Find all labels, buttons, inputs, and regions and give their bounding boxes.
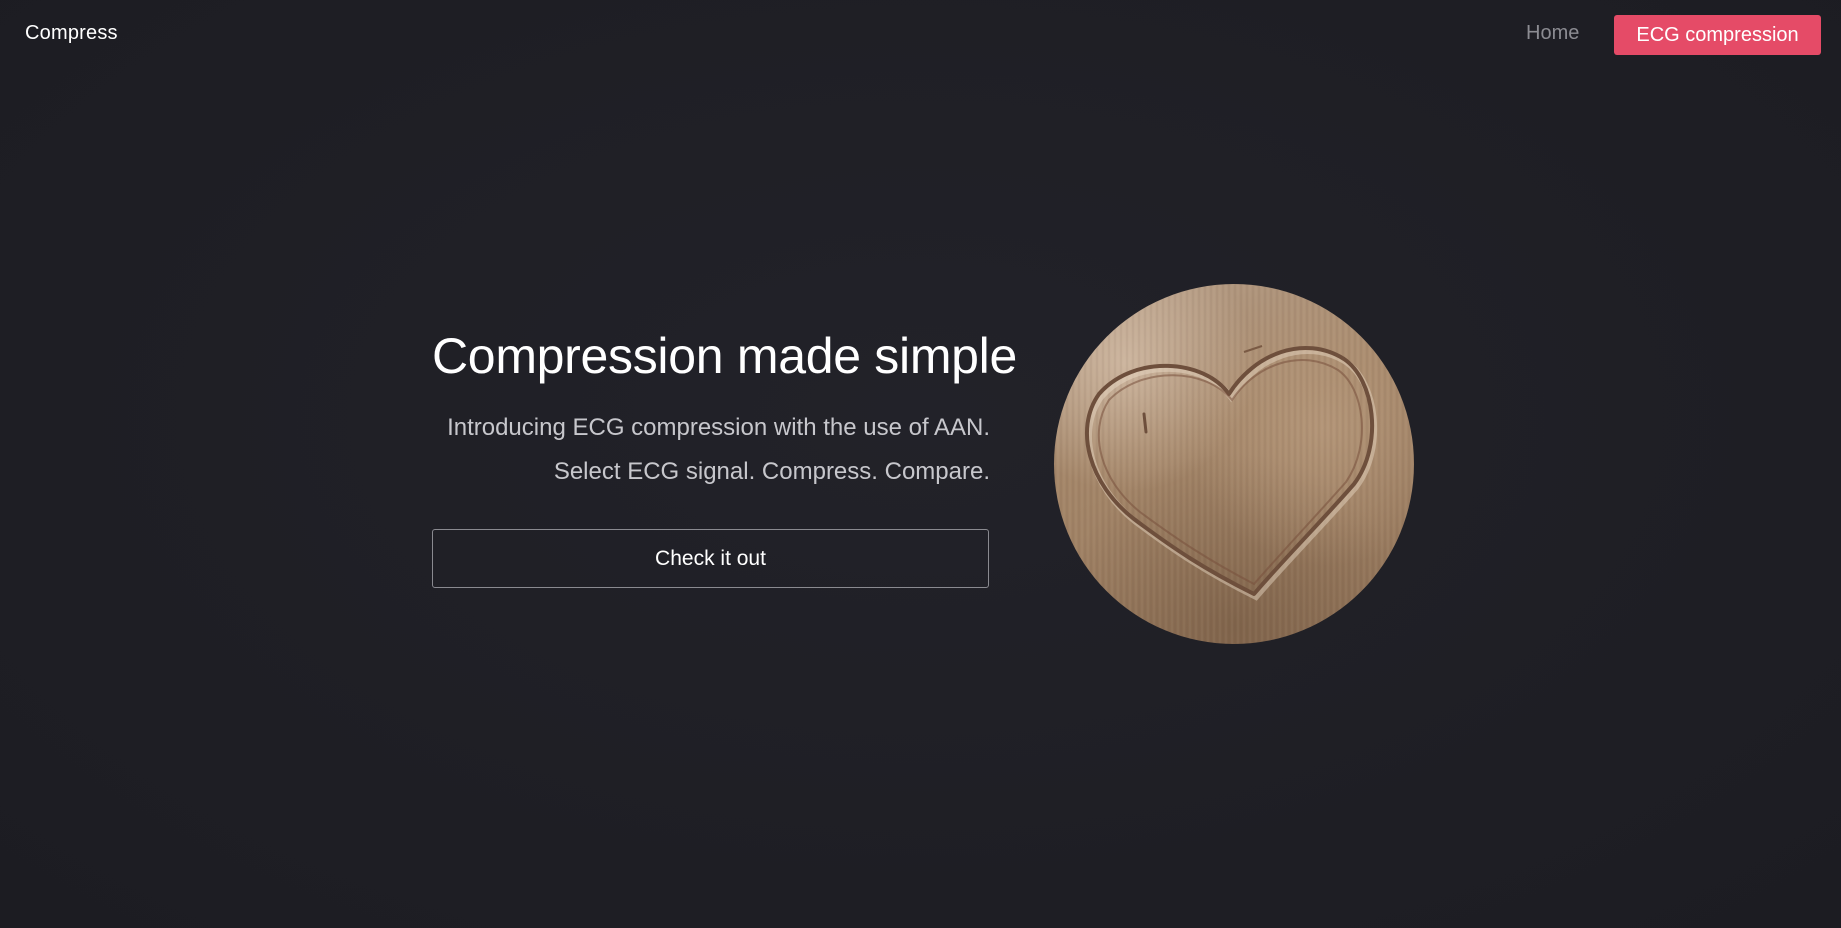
hero-text-block: Compression made simple Introducing ECG … — [432, 320, 1017, 494]
ecg-compression-nav-button[interactable]: ECG compression — [1614, 15, 1821, 55]
check-it-out-button[interactable]: Check it out — [432, 529, 989, 588]
nav-home-link[interactable]: Home — [1526, 22, 1579, 45]
hero-subtitle: Introducing ECG compression with the use… — [432, 406, 990, 494]
heart-carving-image — [1054, 284, 1414, 644]
hero-subtitle-line-1: Introducing ECG compression with the use… — [447, 414, 990, 441]
landing-page: Compress Home ECG compression Compressio… — [0, 0, 1841, 928]
brand-logo-link[interactable]: Compress — [25, 22, 118, 45]
top-navbar: Compress Home ECG compression — [0, 0, 1841, 70]
hero-subtitle-line-2: Select ECG signal. Compress. Compare. — [553, 458, 990, 485]
hero-title: Compression made simple — [432, 328, 1017, 384]
heart-icon — [1054, 284, 1414, 644]
